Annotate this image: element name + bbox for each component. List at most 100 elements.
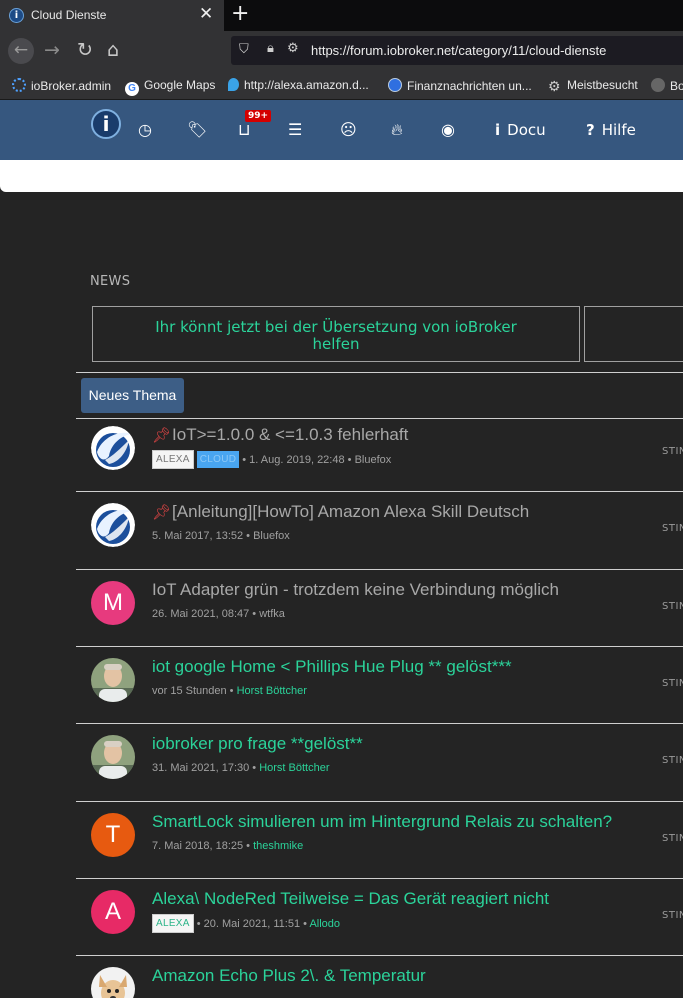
news-box-secondary[interactable] (584, 306, 683, 362)
url-bar[interactable]: ⛉ 🔒︎ ⚙ https://forum.iobroker.net/catego… (231, 36, 683, 65)
new-tab-plus-icon[interactable]: + (231, 1, 249, 26)
topic-title[interactable]: 📌︎IoT>=1.0.0 & <=1.0.3 fehlerhaft (152, 425, 408, 445)
bookmark-label: Google Maps (144, 78, 216, 92)
topic-title-text[interactable]: Amazon Echo Plus 2\. & Temperatur (152, 966, 426, 985)
docu-label: Docu (507, 121, 546, 139)
topic-divider (76, 955, 683, 956)
docu-link[interactable]: i Docu (495, 121, 546, 139)
topic-author[interactable]: Horst Böttcher (237, 685, 307, 697)
topic-author[interactable]: Allodo (309, 918, 340, 930)
iobroker-favicon-icon: i (9, 8, 24, 23)
user-avatar[interactable] (91, 735, 135, 779)
viewport: i Cloud Dienste ✕ + ← → ↻ ⌂ ⛉ 🔒︎ ⚙ https… (0, 0, 683, 998)
list-icon[interactable]: ☰ (288, 121, 302, 139)
bookmark-iobroker-admin[interactable]: ioBroker.admin (12, 78, 111, 93)
topic-meta: 7. Mai 2018, 18:25 • theshmike (152, 840, 303, 852)
inbox-icon[interactable]: ⊔ (238, 121, 250, 139)
topic-title[interactable]: SmartLock simulieren um im Hintergrund R… (152, 812, 612, 832)
user-avatar[interactable] (91, 967, 135, 998)
topic-author[interactable]: theshmike (253, 840, 303, 852)
user-avatar[interactable] (91, 426, 135, 470)
topic-author[interactable]: Bluefox (253, 530, 290, 542)
bookmark-label: Bo (670, 79, 683, 93)
clock-icon[interactable]: ◷ (138, 121, 152, 139)
topic-divider (76, 569, 683, 570)
back-arrow-icon[interactable]: ← (8, 38, 34, 64)
breadcrumb-bar (0, 160, 683, 192)
topic-row[interactable]: iobroker pro frage **gelöst** 31. Mai 202… (76, 727, 683, 804)
topic-stats-label: STIN (662, 833, 683, 844)
topic-title[interactable]: iot google Home < Phillips Hue Plug ** g… (152, 657, 512, 677)
notification-badge: 99+ (245, 110, 272, 122)
topic-author[interactable]: Bluefox (355, 454, 392, 466)
topic-stats-label: STIN (662, 601, 683, 612)
shield-icon[interactable]: ⛉ (239, 42, 249, 57)
home-icon[interactable]: ⌂ (107, 39, 119, 61)
topic-title-text[interactable]: IoT>=1.0.0 & <=1.0.3 fehlerhaft (172, 425, 408, 444)
tags-icon[interactable]: 🏷︎ (187, 121, 207, 139)
topic-tag[interactable]: ALEXA (152, 914, 194, 933)
topic-title-text[interactable]: IoT Adapter grün - trotzdem keine Verbin… (152, 580, 559, 599)
github-icon[interactable]: ◉ (441, 121, 455, 139)
topic-title[interactable]: Amazon Echo Plus 2\. & Temperatur (152, 966, 426, 986)
news-box[interactable]: Ihr könnt jetzt bei der Übersetzung von … (92, 306, 580, 362)
user-avatar[interactable]: T (91, 813, 135, 857)
topic-row[interactable]: 📌︎[Anleitung][HowTo] Amazon Alexa Skill … (76, 495, 683, 572)
topic-title[interactable]: 📌︎[Anleitung][HowTo] Amazon Alexa Skill … (152, 502, 529, 522)
iobroker-logo-icon[interactable]: i (91, 109, 121, 139)
frown-icon[interactable]: ☹ (340, 121, 357, 139)
topic-row[interactable]: 📌︎IoT>=1.0.0 & <=1.0.3 fehlerhaft ALEXA CL… (76, 418, 683, 495)
browser-tab[interactable]: i Cloud Dienste ✕ (0, 0, 224, 31)
news-link[interactable]: Ihr könnt jetzt bei der Übersetzung von … (93, 319, 579, 353)
topic-title-text[interactable]: [Anleitung][HowTo] Amazon Alexa Skill De… (172, 502, 529, 521)
topic-row[interactable]: T SmartLock simulieren um im Hintergrund … (76, 805, 683, 882)
bookmark-bo[interactable]: Bo (651, 78, 683, 93)
topic-row[interactable]: A Alexa\ NodeRed Teilweise = Das Gerät re… (76, 882, 683, 959)
topic-timestamp: 7. Mai 2018, 18:25 • (152, 840, 254, 852)
topic-title-text[interactable]: iobroker pro frage **gelöst** (152, 734, 363, 753)
topic-author[interactable]: wtfka (259, 608, 285, 620)
bookmark-alexa[interactable]: http://alexa.amazon.d... (228, 78, 369, 92)
topic-tag[interactable]: ALEXA (152, 450, 194, 469)
bookmark-finanznachrichten[interactable]: Finanznachrichten un... (388, 78, 532, 93)
topic-title-text[interactable]: SmartLock simulieren um im Hintergrund R… (152, 812, 612, 831)
forward-arrow-icon[interactable]: → (44, 39, 60, 61)
hilfe-link[interactable]: ? Hilfe (586, 121, 636, 139)
topic-row[interactable]: iot google Home < Phillips Hue Plug ** g… (76, 650, 683, 727)
url-text[interactable]: https://forum.iobroker.net/category/11/c… (311, 43, 606, 58)
user-avatar[interactable]: M (91, 581, 135, 625)
divider (76, 372, 683, 373)
topic-meta: 31. Mai 2021, 17:30 • Horst Böttcher (152, 762, 330, 774)
new-topic-button[interactable]: Neues Thema (81, 378, 184, 413)
user-avatar[interactable] (91, 503, 135, 547)
topic-title-text[interactable]: iot google Home < Phillips Hue Plug ** g… (152, 657, 512, 676)
topic-divider (76, 801, 683, 802)
topic-timestamp: 26. Mai 2021, 08:47 • (152, 608, 260, 620)
topic-title[interactable]: Alexa\ NodeRed Teilweise = Das Gerät rea… (152, 889, 549, 909)
topic-divider (76, 878, 683, 879)
bookmark-meistbesucht[interactable]: ⚙ Meistbesucht (548, 78, 638, 93)
topic-title-text[interactable]: Alexa\ NodeRed Teilweise = Das Gerät rea… (152, 889, 549, 908)
topic-title[interactable]: IoT Adapter grün - trotzdem keine Verbin… (152, 580, 559, 600)
user-avatar[interactable]: A (91, 890, 135, 934)
topic-row[interactable]: M IoT Adapter grün - trotzdem keine Verbi… (76, 573, 683, 650)
gear-icon (12, 78, 26, 92)
topic-tag[interactable]: CLOUD (196, 451, 240, 468)
topic-author[interactable]: Horst Böttcher (259, 762, 329, 774)
reload-icon[interactable]: ↻ (77, 39, 93, 61)
topic-meta: 5. Mai 2017, 13:52 • Bluefox (152, 530, 290, 542)
fire-icon[interactable]: 🔥︎ (391, 121, 403, 139)
news-label: NEWS (90, 274, 131, 289)
pin-icon: 📌︎ (152, 504, 172, 521)
close-icon[interactable]: ✕ (199, 4, 213, 24)
permissions-icon[interactable]: ⚙ (287, 41, 299, 56)
topic-row[interactable]: Amazon Echo Plus 2\. & Temperatur (76, 959, 683, 998)
pin-icon: 📌︎ (152, 427, 172, 444)
lock-icon[interactable]: 🔒︎ (267, 41, 274, 56)
hilfe-label: Hilfe (601, 121, 636, 139)
browser-tabbar: i Cloud Dienste ✕ + (0, 0, 683, 31)
bookmarks-bar: ioBroker.admin G Google Maps http://alexa… (0, 70, 683, 100)
user-avatar[interactable] (91, 658, 135, 702)
bookmark-google-maps[interactable]: G Google Maps (125, 78, 215, 96)
topic-title[interactable]: iobroker pro frage **gelöst** (152, 734, 363, 754)
